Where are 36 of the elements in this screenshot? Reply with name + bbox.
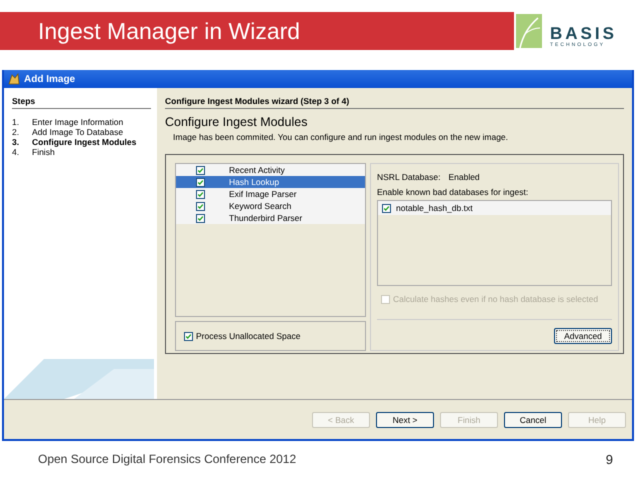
wizard-heading: Configure Ingest Modules: [165, 115, 308, 129]
module-row[interactable]: Thunderbird Parser: [176, 212, 365, 224]
checkbox[interactable]: [196, 190, 205, 198]
database-name: notable_hash_db.txt: [396, 203, 473, 213]
checkbox[interactable]: [196, 178, 205, 186]
page-number: 9: [606, 452, 613, 467]
steps-heading: Steps: [12, 96, 151, 109]
wizard-button[interactable]: Cancel: [504, 412, 562, 428]
checkbox-label: Process Unallocated Space: [196, 331, 300, 341]
step-item: 4. Finish: [12, 147, 56, 157]
module-row[interactable]: Exif Image Parser: [176, 188, 365, 200]
app-icon: [8, 73, 20, 85]
window-title: Add Image: [24, 74, 76, 84]
step-item: 1. Enter Image Information: [12, 117, 124, 127]
step-item: 2. Add Image To Database: [12, 127, 124, 137]
nsrl-status: Enabled: [448, 172, 480, 182]
bamboo-logo-icon: [516, 14, 542, 48]
checkbox[interactable]: [196, 214, 205, 222]
checkbox[interactable]: [382, 204, 391, 212]
wizard-button[interactable]: Next >: [376, 412, 434, 428]
footer-text: Open Source Digital Forensics Conference 2012: [38, 452, 296, 467]
module-row[interactable]: Keyword Search: [176, 200, 365, 212]
slide-title: Ingest Manager in Wizard: [38, 18, 300, 44]
checkbox[interactable]: [196, 166, 205, 174]
module-row[interactable]: Hash Lookup: [176, 176, 365, 188]
databases-label: Enable known bad databases for ingest:: [377, 187, 530, 197]
step-item: 3. Configure Ingest Modules: [12, 137, 138, 147]
logo-name: BASIS: [550, 24, 617, 42]
advanced-button[interactable]: Advanced: [554, 328, 612, 344]
checkbox[interactable]: [196, 202, 205, 210]
nsrl-label: NSRL Database:: [377, 172, 440, 182]
wizard-description: Image has been commited. You can configure and run ingest modules on the new image.: [173, 132, 510, 142]
wizard-step-title: Configure Ingest Modules wizard (Step 3 of 4): [165, 96, 624, 109]
checkbox[interactable]: [184, 332, 193, 340]
module-row[interactable]: Recent Activity: [176, 164, 365, 176]
checkbox-label: Calculate hashes even if no hash database is selected: [393, 294, 598, 304]
